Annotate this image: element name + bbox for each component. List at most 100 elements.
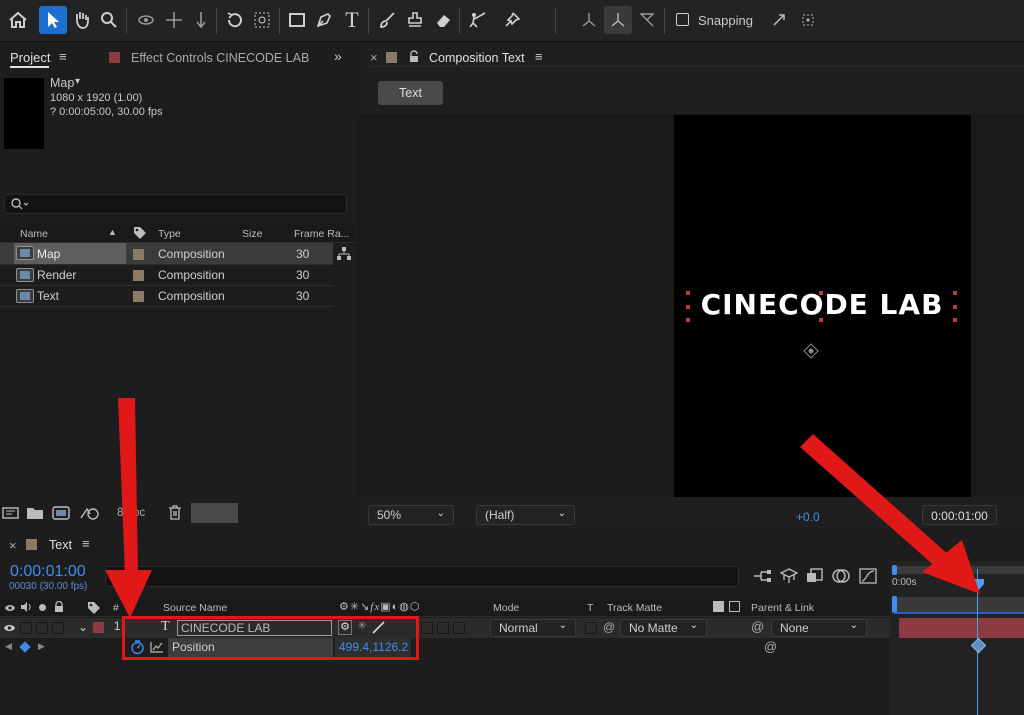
sort-ascending-icon[interactable]: ▲ (108, 227, 117, 237)
parent-pickwhip-icon[interactable]: @ (751, 619, 764, 634)
snap-grid-icon[interactable] (794, 6, 822, 34)
resolution-dropdown[interactable]: (Half) ⌄ (476, 505, 575, 525)
matte-alpha-header-icon[interactable] (713, 601, 724, 612)
orbit-camera-icon[interactable] (132, 6, 160, 34)
navigator-start-handle[interactable] (892, 565, 897, 575)
exposure-value[interactable]: +0.0 (796, 510, 820, 524)
preview-name[interactable]: Map (50, 76, 74, 90)
composition-menu-icon[interactable]: ≡ (535, 49, 543, 64)
magnification-dropdown[interactable]: 50% ⌄ (368, 505, 454, 525)
tab-timeline[interactable]: Text (49, 538, 72, 552)
close-icon[interactable]: × (370, 50, 378, 65)
zoom-tool-icon[interactable] (95, 6, 123, 34)
project-menu-icon[interactable]: ≡ (59, 49, 67, 64)
tab-effect-controls[interactable]: Effect Controls CINECODE LAB (131, 51, 309, 65)
home-icon[interactable] (4, 6, 32, 34)
draft-3d-icon[interactable] (779, 568, 799, 587)
dolly-camera-icon[interactable] (187, 6, 215, 34)
column-t[interactable]: T (587, 602, 593, 614)
panel-overflow-icon[interactable]: » (334, 48, 342, 64)
pen-tool-icon[interactable] (310, 6, 338, 34)
composition-flowchart-icon[interactable] (753, 568, 773, 587)
world-axis-mode-icon[interactable] (604, 6, 632, 34)
pan-camera-icon[interactable] (160, 6, 188, 34)
label-swatch[interactable] (133, 249, 144, 260)
preview-dropdown-icon[interactable]: ▾ (75, 76, 80, 87)
layer-duration-bar[interactable] (899, 618, 1024, 638)
column-frame-rate[interactable]: Frame Ra... (294, 228, 349, 240)
audio-toggle[interactable] (20, 622, 32, 634)
current-time-display[interactable]: 0:00:01:00 (922, 505, 997, 525)
view-axis-mode-icon[interactable] (633, 6, 661, 34)
frame-blending-icon[interactable] (806, 568, 824, 587)
audio-header-icon[interactable] (20, 601, 32, 616)
previous-keyframe-icon[interactable]: ◀ (5, 641, 12, 652)
3d-layer-toggle[interactable] (453, 622, 465, 634)
bpc-button[interactable]: 8 bpc (117, 507, 145, 519)
label-swatch[interactable] (133, 291, 144, 302)
video-visibility-header-icon[interactable] (4, 602, 16, 616)
column-source-name[interactable]: Source Name (163, 602, 227, 614)
time-navigator[interactable] (894, 566, 1024, 574)
local-axis-mode-icon[interactable] (575, 6, 603, 34)
track-matte-pickwhip-icon[interactable]: @ (603, 620, 615, 634)
brush-tool-icon[interactable] (373, 6, 401, 34)
interpret-footage-icon[interactable] (2, 505, 20, 524)
puppet-pin-tool-icon[interactable] (498, 6, 526, 34)
column-size[interactable]: Size (242, 228, 262, 240)
rectangle-tool-icon[interactable] (283, 6, 311, 34)
motion-blur-icon[interactable] (832, 568, 850, 587)
visibility-eye-icon[interactable] (3, 622, 16, 636)
lock-icon[interactable] (409, 50, 419, 66)
project-settings-icon[interactable] (79, 505, 101, 524)
selection-tool-icon[interactable] (39, 6, 67, 34)
eraser-tool-icon[interactable] (429, 6, 457, 34)
timeline-timecode[interactable]: 0:00:01:00 (10, 563, 86, 581)
blend-mode-dropdown[interactable]: Normal ⌄ (490, 619, 576, 637)
matte-invert-header-icon[interactable] (729, 601, 740, 612)
timeline-menu-icon[interactable]: ≡ (82, 536, 90, 551)
tab-project[interactable]: Project (10, 50, 50, 65)
label-swatch[interactable] (133, 270, 144, 281)
flowchart-icon[interactable] (336, 246, 352, 265)
type-tool-icon[interactable]: T (338, 6, 366, 34)
label-tag-icon[interactable] (133, 226, 147, 243)
close-icon[interactable]: × (9, 538, 17, 553)
track-matte-dropdown[interactable]: No Matte ⌄ (620, 619, 707, 637)
add-keyframe-icon[interactable] (19, 641, 31, 653)
layer-expand-chevron-icon[interactable]: ⌄ (78, 620, 88, 634)
property-pickwhip-icon[interactable]: @ (764, 639, 777, 654)
lock-header-icon[interactable] (54, 600, 64, 616)
solo-header-icon[interactable] (39, 604, 46, 611)
snapping-checkbox[interactable] (676, 13, 689, 26)
snap-expand-icon[interactable] (765, 6, 793, 34)
column-parent-link[interactable]: Parent & Link (751, 602, 814, 614)
preserve-transparency-toggle[interactable] (585, 622, 597, 634)
new-composition-icon[interactable] (52, 505, 70, 524)
column-name[interactable]: Name (20, 228, 48, 240)
solo-toggle[interactable] (36, 622, 48, 634)
work-area-start-handle[interactable] (892, 596, 897, 613)
composition-breadcrumb-chip[interactable]: Text (378, 81, 443, 105)
timeline-search-input[interactable] (105, 566, 739, 587)
work-area-bar[interactable] (894, 597, 1024, 612)
anchor-point-icon[interactable] (803, 343, 819, 362)
trash-icon[interactable] (167, 504, 183, 524)
hand-tool-icon[interactable] (68, 6, 96, 34)
column-mode[interactable]: Mode (493, 602, 519, 614)
parent-dropdown[interactable]: None ⌄ (771, 619, 867, 637)
motion-blur-toggle[interactable] (421, 622, 433, 634)
column-number[interactable]: # (113, 602, 119, 614)
tab-composition[interactable]: Composition Text (429, 51, 525, 65)
new-folder-icon[interactable] (26, 505, 44, 524)
graph-editor-icon[interactable] (859, 568, 877, 587)
project-search-input[interactable] (4, 194, 347, 214)
adjustment-toggle[interactable] (437, 622, 449, 634)
label-header-icon[interactable] (87, 601, 101, 618)
anchor-point-tool-icon[interactable] (248, 6, 276, 34)
rotation-tool-icon[interactable] (221, 6, 249, 34)
lock-toggle[interactable] (52, 622, 64, 634)
switches-header-icons[interactable]: ⚙✳↘fx▣◐◍⬡ (339, 600, 421, 613)
column-type[interactable]: Type (158, 228, 181, 240)
layer-label-swatch[interactable] (93, 622, 104, 633)
